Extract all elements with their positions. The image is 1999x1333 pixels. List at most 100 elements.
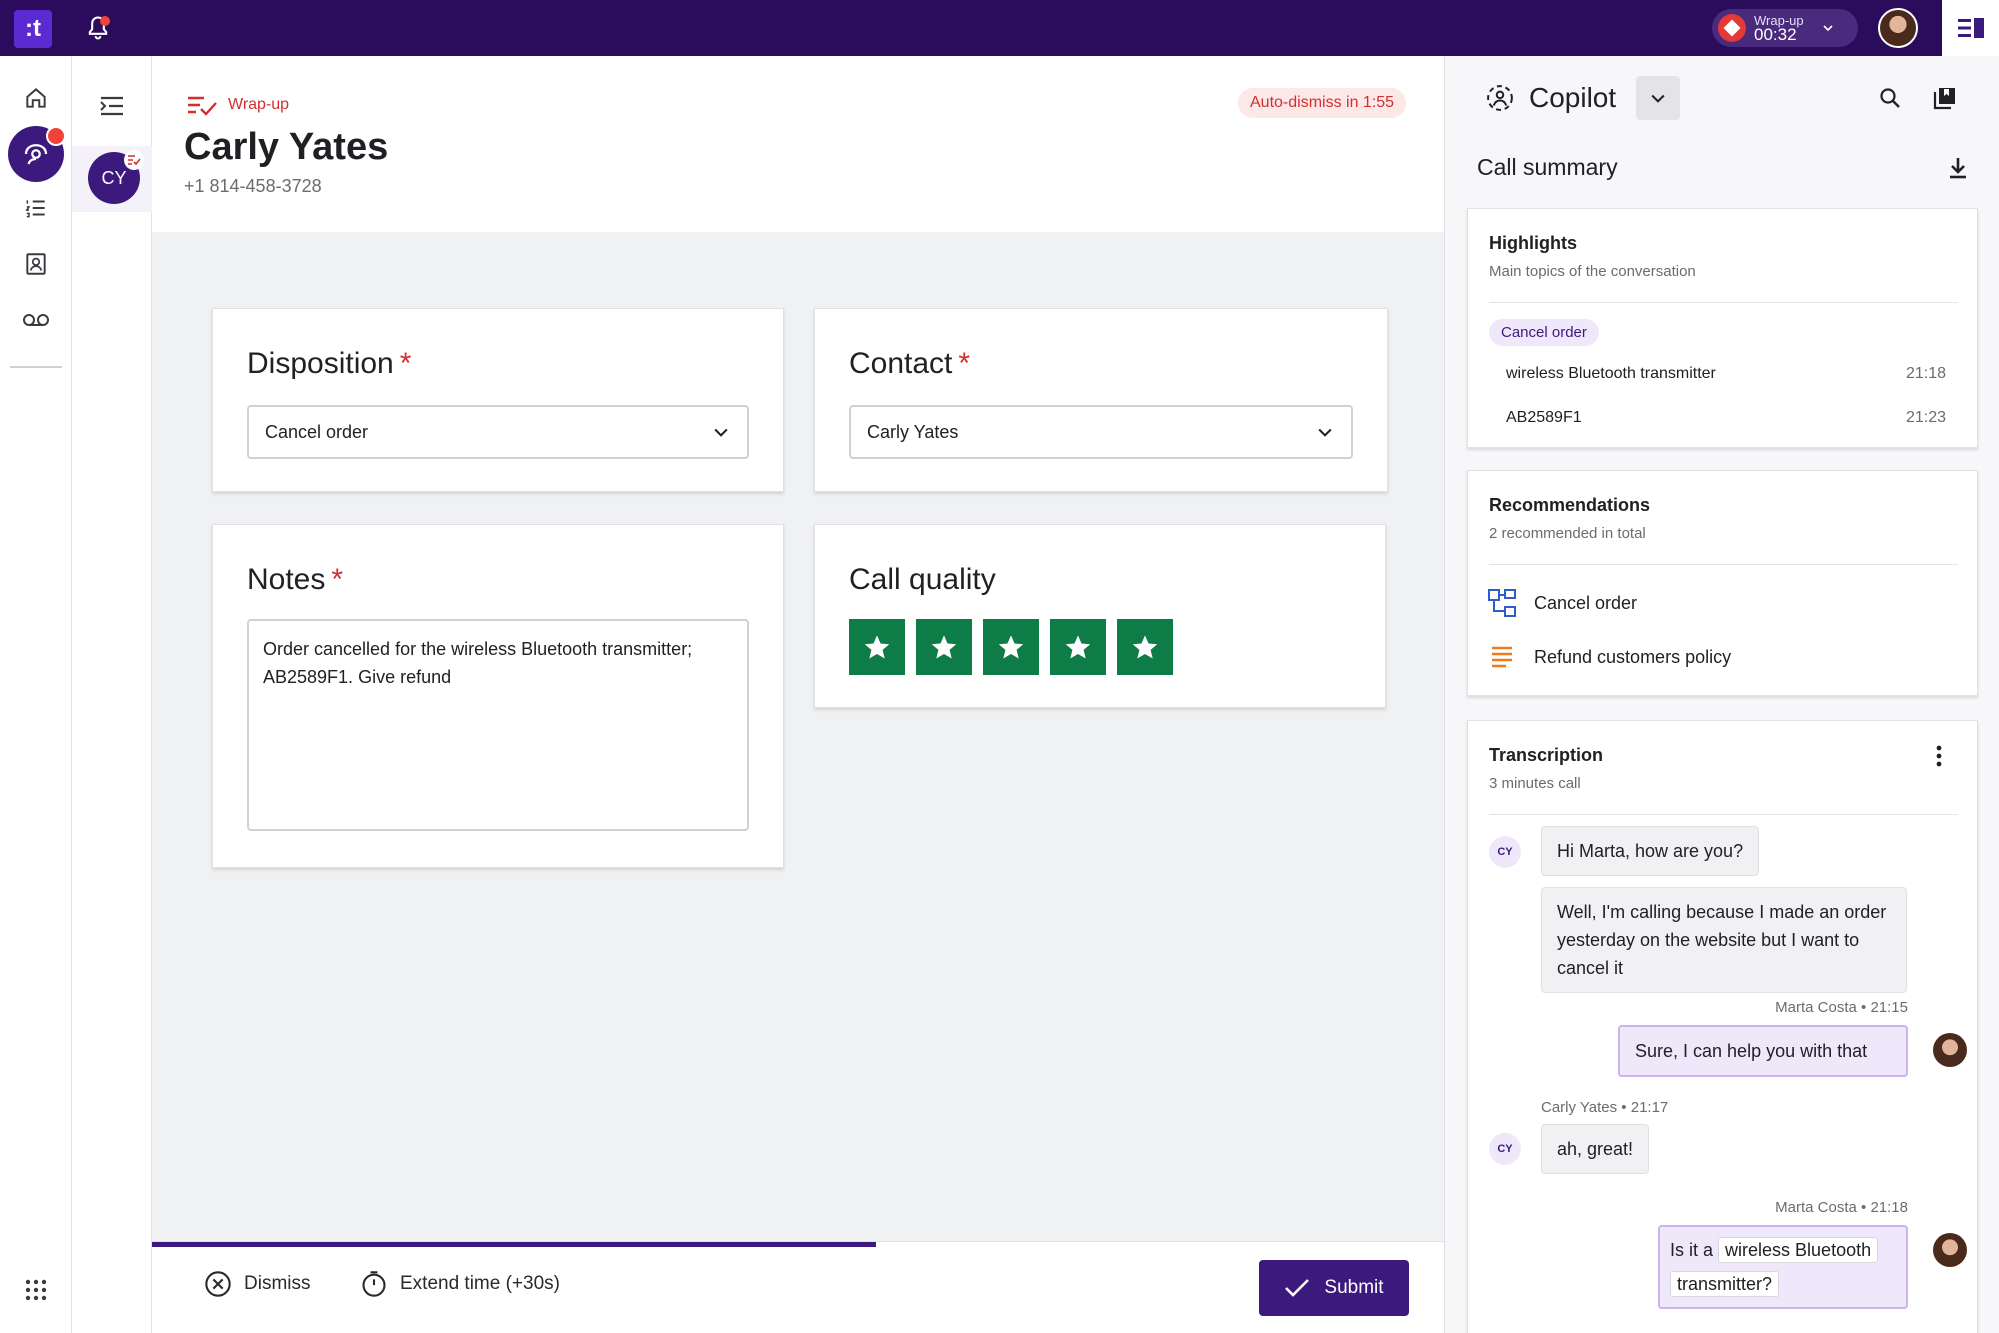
article-icon bbox=[1492, 646, 1512, 668]
nav-queue[interactable] bbox=[14, 186, 58, 230]
message-bubble: ah, great! bbox=[1541, 1124, 1650, 1174]
message-meta: Marta Costa • 21:15 bbox=[1775, 999, 1908, 1016]
close-circle-icon bbox=[205, 1271, 231, 1297]
extend-time-button[interactable]: Extend time (+30s) bbox=[360, 1270, 560, 1298]
recommendation-item-cancel-order[interactable]: Cancel order bbox=[1488, 589, 1637, 617]
submit-label: Submit bbox=[1324, 1277, 1384, 1298]
rating-star[interactable] bbox=[1050, 619, 1106, 675]
extend-time-label: Extend time (+30s) bbox=[400, 1273, 560, 1294]
highlights-card: Highlights Main topics of the conversati… bbox=[1467, 208, 1978, 448]
more-options-icon[interactable] bbox=[1936, 745, 1942, 767]
divider bbox=[1489, 302, 1958, 303]
nav-home[interactable] bbox=[14, 76, 58, 120]
main-content: Wrap-up Carly Yates +1 814-458-3728 Auto… bbox=[152, 56, 1444, 1333]
star-icon bbox=[1065, 635, 1091, 659]
wrap-up-timer: 00:32 bbox=[1754, 25, 1797, 44]
copilot-header: Copilot bbox=[1485, 76, 1681, 120]
star-icon bbox=[1132, 635, 1158, 659]
agent-assist-icon bbox=[24, 144, 48, 165]
copilot-icon bbox=[1487, 85, 1513, 111]
message-bubble: Hi Marta, how are you? bbox=[1541, 826, 1760, 876]
recommendation-item-refund-policy[interactable]: Refund customers policy bbox=[1488, 645, 1731, 669]
collapse-conversations-button[interactable] bbox=[90, 84, 134, 128]
chevron-down-icon bbox=[1651, 94, 1665, 103]
message-meta: Carly Yates • 21:17 bbox=[1541, 1099, 1669, 1116]
highlight-tag[interactable]: wireless Bluetooth bbox=[1718, 1237, 1879, 1263]
contacts-icon bbox=[26, 253, 46, 275]
nav-voicemail[interactable] bbox=[14, 298, 58, 342]
workflow-icon bbox=[1488, 589, 1516, 617]
search-icon[interactable] bbox=[1878, 86, 1902, 110]
agent-avatar bbox=[1933, 1033, 1967, 1067]
download-icon[interactable] bbox=[1947, 156, 1969, 180]
app-logo[interactable]: :t bbox=[14, 10, 52, 48]
highlight-item[interactable]: wireless Bluetooth transmitter 21:18 bbox=[1506, 365, 1946, 383]
auto-dismiss-badge: Auto-dismiss in 1:55 bbox=[1238, 88, 1407, 118]
home-icon bbox=[26, 88, 46, 108]
highlights-title: Highlights bbox=[1489, 233, 1577, 253]
rating-star[interactable] bbox=[983, 619, 1039, 675]
notes-textarea[interactable]: Order cancelled for the wireless Bluetoo… bbox=[247, 619, 749, 831]
page-title: Carly Yates bbox=[184, 126, 389, 168]
call-summary-title: Call summary bbox=[1477, 154, 1618, 180]
call-quality-title: Call quality bbox=[849, 563, 996, 596]
recommendations-subtitle: 2 recommended in total bbox=[1489, 525, 1646, 542]
speaker-avatar: CY bbox=[1489, 1133, 1521, 1165]
wrap-up-mini-icon bbox=[124, 150, 144, 170]
panel-right-icon bbox=[1957, 18, 1984, 38]
copilot-dropdown-button[interactable] bbox=[1636, 76, 1681, 120]
message-meta: Marta Costa • 21:18 bbox=[1775, 1199, 1908, 1216]
chevron-down-icon bbox=[1823, 25, 1833, 32]
rating-star[interactable] bbox=[849, 619, 905, 675]
star-icon bbox=[864, 635, 890, 659]
disposition-value: Cancel order bbox=[265, 421, 369, 442]
disposition-select[interactable]: Cancel order bbox=[247, 405, 749, 459]
contact-select[interactable]: Carly Yates bbox=[849, 405, 1353, 459]
star-icon bbox=[931, 635, 957, 659]
recommendation-label: Cancel order bbox=[1534, 592, 1638, 613]
topic-chip[interactable]: Cancel order bbox=[1489, 319, 1599, 346]
disposition-title: Disposition * bbox=[247, 347, 412, 380]
notes-title: Notes * bbox=[247, 563, 344, 596]
highlight-tag[interactable]: transmitter? bbox=[1670, 1271, 1780, 1297]
record-status-icon bbox=[1718, 14, 1746, 42]
wrap-up-status-pill[interactable]: Wrap-up 00:32 bbox=[1712, 9, 1858, 47]
wrap-up-label: Wrap-up bbox=[228, 96, 290, 113]
required-marker: * bbox=[331, 563, 344, 596]
apps-grid-icon bbox=[25, 1279, 47, 1301]
recommendation-label: Refund customers policy bbox=[1534, 646, 1732, 667]
submit-button[interactable]: Submit bbox=[1259, 1260, 1409, 1316]
contact-phone: +1 814-458-3728 bbox=[184, 176, 322, 196]
rail-divider bbox=[10, 366, 62, 368]
contact-title: Contact * bbox=[849, 347, 971, 380]
wrap-up-header: Wrap-up Carly Yates +1 814-458-3728 Auto… bbox=[152, 56, 1444, 232]
recommendations-title: Recommendations bbox=[1489, 495, 1651, 515]
nav-apps[interactable] bbox=[14, 1268, 58, 1312]
nav-contacts[interactable] bbox=[14, 242, 58, 286]
transcription-subtitle: 3 minutes call bbox=[1489, 775, 1581, 792]
knowledge-base-icon[interactable] bbox=[1933, 86, 1957, 110]
speaker-avatar: CY bbox=[1489, 836, 1521, 868]
divider bbox=[1489, 564, 1958, 565]
side-panel-toggle[interactable] bbox=[1942, 0, 1999, 56]
star-rating bbox=[849, 619, 1173, 675]
required-marker: * bbox=[958, 347, 971, 380]
highlight-item[interactable]: AB2589F1 21:23 bbox=[1506, 409, 1946, 427]
voicemail-icon bbox=[23, 314, 49, 326]
dismiss-label: Dismiss bbox=[244, 1273, 311, 1294]
notification-dot bbox=[100, 16, 110, 26]
notification-badge bbox=[46, 126, 66, 146]
rating-star[interactable] bbox=[1117, 619, 1173, 675]
message-bubble: Well, I'm calling because I made an orde… bbox=[1541, 887, 1907, 993]
timer-icon bbox=[362, 1271, 386, 1297]
left-nav-rail bbox=[0, 56, 72, 1333]
dismiss-button[interactable]: Dismiss bbox=[204, 1270, 311, 1298]
star-icon bbox=[998, 635, 1024, 659]
highlights-subtitle: Main topics of the conversation bbox=[1489, 263, 1696, 280]
conversation-rail: CY bbox=[72, 56, 152, 1333]
rating-star[interactable] bbox=[916, 619, 972, 675]
user-avatar[interactable] bbox=[1878, 8, 1918, 48]
action-bar: Dismiss Extend time (+30s) Submit bbox=[152, 1241, 1444, 1333]
contact-card: Contact * Carly Yates bbox=[814, 308, 1388, 492]
copilot-title: Copilot bbox=[1529, 82, 1617, 113]
